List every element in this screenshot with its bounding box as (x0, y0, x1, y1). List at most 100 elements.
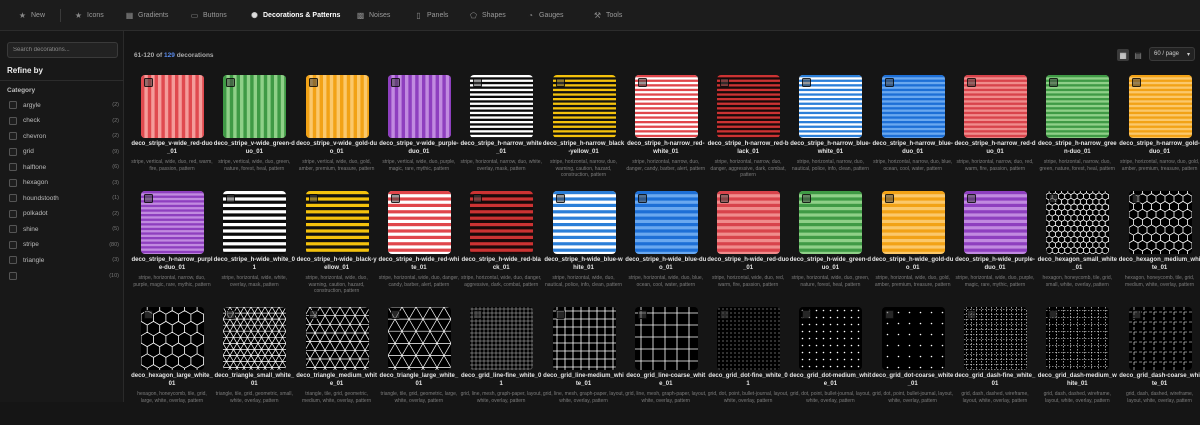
decoration-thumbnail[interactable] (1046, 75, 1110, 138)
category-option[interactable]: stripe (80) (9, 239, 119, 251)
select-checkbox[interactable] (1049, 78, 1059, 87)
decoration-card[interactable]: deco_grid_line-coarse_white_01 grid, line… (625, 307, 707, 425)
select-checkbox[interactable] (390, 194, 400, 203)
select-checkbox[interactable] (308, 310, 318, 319)
select-checkbox[interactable] (884, 194, 894, 203)
nav-item-gradients[interactable]: ▦ Gradients (125, 0, 169, 31)
category-option[interactable]: polkadot (2) (9, 208, 119, 220)
category-checkbox[interactable] (9, 209, 17, 218)
select-checkbox[interactable] (720, 310, 730, 319)
decoration-card[interactable]: deco_grid_line-fine_white_01 grid, line, … (460, 307, 542, 425)
category-option[interactable]: triangle (3) (9, 254, 119, 266)
decoration-thumbnail[interactable] (964, 307, 1027, 370)
decoration-thumbnail[interactable] (881, 75, 945, 138)
decoration-thumbnail[interactable] (470, 191, 534, 254)
select-checkbox[interactable] (308, 78, 318, 87)
category-option[interactable]: argyle (2) (9, 99, 119, 111)
decoration-card[interactable]: deco_hexagon_medium_white_01 hexagon, hon… (1119, 191, 1200, 309)
category-option[interactable]: check (2) (9, 115, 119, 127)
decoration-card[interactable]: deco_stripe_h-narrow_blue-duo_01 stripe, … (872, 75, 954, 193)
category-checkbox[interactable] (9, 256, 17, 264)
select-checkbox[interactable] (884, 310, 894, 319)
category-checkbox[interactable] (9, 116, 17, 125)
decoration-thumbnail[interactable] (717, 191, 781, 254)
category-checkbox[interactable] (9, 178, 17, 187)
decoration-thumbnail[interactable] (223, 75, 287, 138)
select-checkbox[interactable] (637, 310, 647, 319)
nav-item-new[interactable]: ★ New (18, 0, 45, 31)
decoration-card[interactable]: deco_stripe_h-wide_gold-duo_01 stripe, ho… (872, 191, 954, 309)
select-checkbox[interactable] (1131, 194, 1141, 203)
decoration-thumbnail[interactable] (305, 307, 369, 370)
category-option[interactable]: houndstooth (1) (9, 192, 119, 204)
decoration-card[interactable]: deco_hexagon_large_white_01 hexagon, hone… (131, 307, 213, 425)
select-checkbox[interactable] (720, 78, 730, 87)
decoration-card[interactable]: deco_grid_dash-medium_white_01 grid, dash… (1036, 307, 1118, 425)
decoration-thumbnail[interactable] (964, 191, 1027, 254)
nav-item-icons[interactable]: ★ Icons (74, 0, 104, 31)
nav-item-panels[interactable]: ▯ Panels (414, 0, 448, 31)
select-checkbox[interactable] (637, 78, 647, 87)
decoration-thumbnail[interactable] (799, 75, 863, 138)
select-checkbox[interactable] (473, 78, 483, 87)
decoration-card[interactable]: deco_triangle_small_white_01 triangle, ti… (213, 307, 295, 425)
select-checkbox[interactable] (967, 78, 976, 87)
select-checkbox[interactable] (226, 194, 236, 203)
decoration-thumbnail[interactable] (552, 191, 616, 254)
category-checkbox[interactable] (9, 163, 17, 171)
category-checkbox[interactable] (9, 147, 17, 156)
search-input[interactable] (7, 42, 118, 58)
select-checkbox[interactable] (144, 194, 153, 203)
decoration-card[interactable]: deco_stripe_h-wide_green-duo_01 stripe, h… (789, 191, 871, 309)
select-checkbox[interactable] (390, 310, 400, 319)
select-checkbox[interactable] (226, 310, 236, 319)
decoration-thumbnail[interactable] (881, 191, 945, 254)
decoration-thumbnail[interactable] (634, 75, 698, 138)
select-checkbox[interactable] (802, 194, 812, 203)
decoration-card[interactable]: deco_grid_dot-medium_white_01 grid, dot, … (789, 307, 871, 425)
decoration-thumbnail[interactable] (634, 191, 698, 254)
select-checkbox[interactable] (226, 78, 236, 87)
decoration-card[interactable]: deco_stripe_h-narrow_red-black_01 stripe,… (707, 75, 789, 193)
category-option[interactable]: grid (9) (9, 146, 119, 158)
decoration-card[interactable]: deco_stripe_h-narrow_black-yellow_01 stri… (543, 75, 625, 193)
decoration-thumbnail[interactable] (717, 75, 781, 138)
select-checkbox[interactable] (1131, 310, 1141, 319)
select-checkbox[interactable] (1049, 310, 1059, 319)
select-checkbox[interactable] (802, 310, 812, 319)
select-checkbox[interactable] (1131, 78, 1141, 87)
category-option[interactable]: (10) (9, 270, 119, 282)
decoration-card[interactable]: deco_stripe_h-wide_black-yellow_01 stripe… (296, 191, 378, 309)
category-checkbox[interactable] (9, 271, 17, 280)
decoration-card[interactable]: deco_stripe_h-wide_red-white_01 stripe, h… (378, 191, 460, 309)
category-checkbox[interactable] (9, 132, 17, 140)
decoration-card[interactable]: deco_stripe_h-narrow_blue-white_01 stripe… (789, 75, 871, 193)
decoration-card[interactable]: deco_stripe_h-wide_blue-duo_01 stripe, ho… (625, 191, 707, 309)
decoration-thumbnail[interactable] (964, 75, 1027, 138)
decoration-thumbnail[interactable] (1128, 191, 1192, 254)
nav-item-tools[interactable]: ⚒ Tools (593, 0, 622, 31)
category-option[interactable]: hexagon (3) (9, 177, 119, 189)
decoration-thumbnail[interactable] (305, 191, 369, 254)
category-checkbox[interactable] (9, 194, 17, 202)
category-checkbox[interactable] (9, 240, 17, 249)
decoration-thumbnail[interactable] (552, 307, 616, 370)
decoration-card[interactable]: deco_stripe_h-narrow_green-duo_01 stripe,… (1036, 75, 1118, 193)
nav-item-shapes[interactable]: ⬠ Shapes (469, 0, 506, 31)
decoration-thumbnail[interactable] (305, 75, 369, 138)
decoration-thumbnail[interactable] (387, 75, 451, 138)
decoration-card[interactable]: deco_grid_dash-fine_white_01 grid, dash, … (954, 307, 1036, 425)
nav-item-decorations-patterns[interactable]: ✺ Decorations & Patterns (250, 0, 340, 31)
category-checkbox[interactable] (9, 101, 17, 109)
decoration-thumbnail[interactable] (223, 191, 287, 254)
grid-view-button[interactable]: ▦ (1117, 49, 1129, 61)
nav-item-gauges[interactable]: ◔ Gauges (526, 0, 563, 31)
select-checkbox[interactable] (555, 78, 565, 87)
category-option[interactable]: halftone (6) (9, 161, 119, 173)
decoration-card[interactable]: deco_stripe_h-wide_purple-duo_01 stripe, … (954, 191, 1036, 309)
nav-item-buttons[interactable]: ▭ Buttons (190, 0, 227, 31)
decoration-thumbnail[interactable] (387, 307, 451, 370)
decoration-card[interactable]: deco_grid_line-medium_white_01 grid, line… (543, 307, 625, 425)
select-checkbox[interactable] (884, 78, 894, 87)
select-checkbox[interactable] (144, 310, 153, 319)
